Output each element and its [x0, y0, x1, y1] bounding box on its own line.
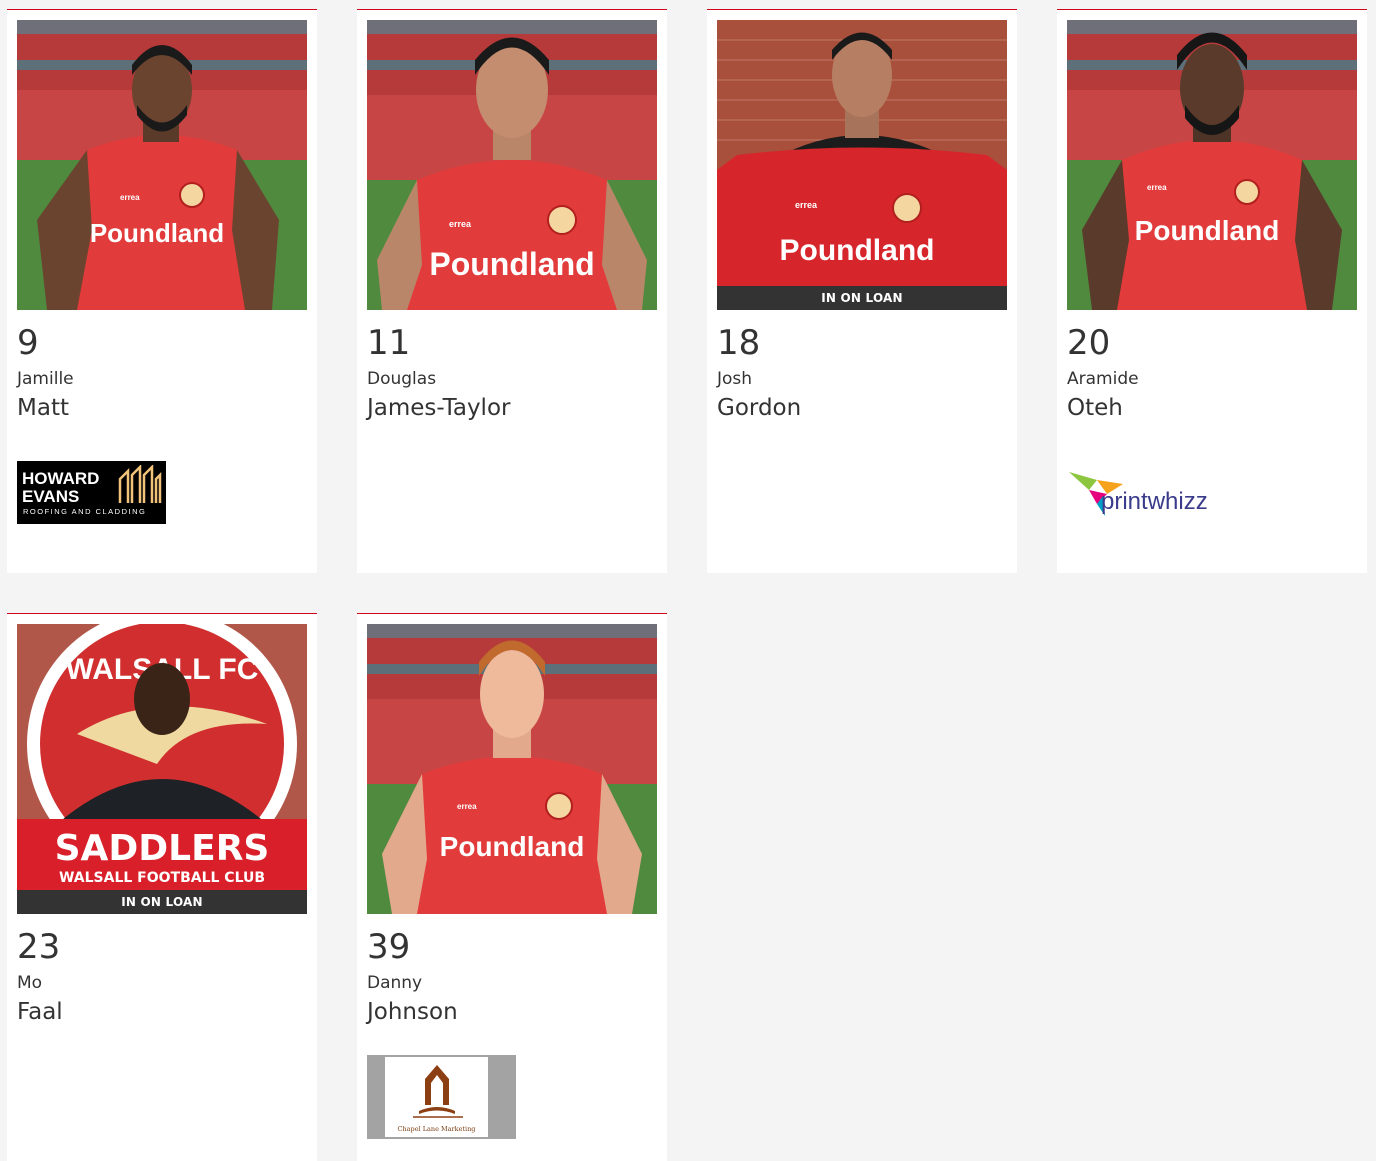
svg-text:Poundland: Poundland — [1135, 215, 1280, 246]
loan-badge: IN ON LOAN — [717, 286, 1007, 310]
player-first-name: Mo — [17, 973, 43, 993]
player-last-name: Johnson — [367, 999, 458, 1025]
player-last-name: Oteh — [1067, 395, 1123, 421]
player-photo[interactable]: Poundland errea — [1067, 20, 1357, 310]
player-last-name: Faal — [17, 999, 63, 1025]
player-photo[interactable]: Poundland errea IN ON LOAN — [717, 20, 1007, 310]
player-card[interactable]: Poundland errea IN ON LOAN 18 Josh Gordo… — [707, 9, 1017, 573]
svg-text:errea: errea — [795, 200, 818, 210]
player-first-name: Jamille — [17, 369, 74, 389]
player-number: 9 — [17, 323, 39, 363]
building-icon — [118, 465, 162, 503]
svg-text:errea: errea — [120, 193, 140, 202]
svg-text:SADDLERS: SADDLERS — [55, 828, 270, 869]
player-number: 18 — [717, 323, 761, 363]
svg-text:errea: errea — [449, 219, 472, 229]
player-number: 11 — [367, 323, 411, 363]
chapel-icon — [413, 1065, 463, 1118]
player-card[interactable]: Poundland errea 39 Danny Johnson Chapel … — [357, 613, 667, 1161]
player-number: 39 — [367, 927, 411, 967]
player-photo[interactable]: Poundland errea — [17, 20, 307, 310]
loan-badge: IN ON LOAN — [17, 890, 307, 914]
player-first-name: Aramide — [1067, 369, 1139, 389]
svg-text:errea: errea — [1147, 183, 1167, 192]
player-number: 20 — [1067, 323, 1111, 363]
player-card[interactable]: Poundland errea 11 Douglas James-Taylor — [357, 9, 667, 573]
svg-text:Poundland: Poundland — [780, 234, 935, 267]
sponsor-logo[interactable]: HOWARD EVANS ROOFING AND CLADDING — [17, 461, 166, 524]
player-last-name: Gordon — [717, 395, 802, 421]
player-card[interactable]: Poundland errea 20 Aramide Oteh printwhi… — [1057, 9, 1367, 573]
player-card[interactable]: WALSALL FC SADDLERS WALSALL FOOTBALL CLU… — [7, 613, 317, 1161]
svg-text:Poundland: Poundland — [440, 831, 585, 862]
player-first-name: Josh — [717, 369, 753, 389]
player-last-name: James-Taylor — [367, 395, 511, 421]
player-card[interactable]: Poundland errea 9 Jamille Matt HOWARD EV… — [7, 9, 317, 573]
player-photo[interactable]: WALSALL FC SADDLERS WALSALL FOOTBALL CLU… — [17, 624, 307, 914]
svg-text:WALSALL FOOTBALL CLUB: WALSALL FOOTBALL CLUB — [59, 870, 265, 886]
player-last-name: Matt — [17, 395, 69, 421]
player-photo[interactable]: Poundland errea — [367, 20, 657, 310]
player-number: 23 — [17, 927, 61, 967]
player-first-name: Douglas — [367, 369, 437, 389]
svg-text:Poundland: Poundland — [429, 246, 594, 282]
player-first-name: Danny — [367, 973, 423, 993]
sponsor-logo[interactable]: printwhizz — [1067, 466, 1227, 518]
svg-text:Poundland: Poundland — [90, 218, 224, 248]
svg-text:errea: errea — [457, 802, 477, 811]
sponsor-logo[interactable]: Chapel Lane Marketing — [367, 1055, 516, 1139]
player-photo[interactable]: Poundland errea — [367, 624, 657, 914]
